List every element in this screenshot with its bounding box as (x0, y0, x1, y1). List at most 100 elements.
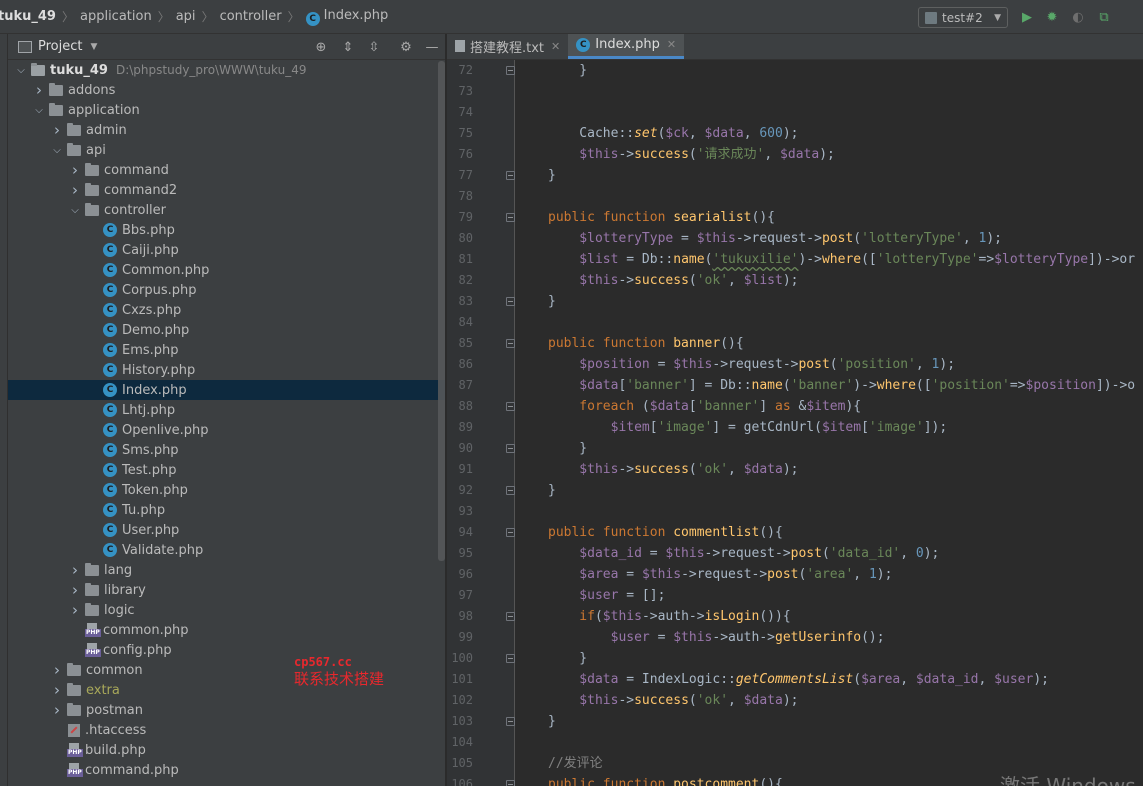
tree-item[interactable]: ⌵ controller (8, 200, 445, 220)
code-line[interactable]: 79 public function searialist(){ (447, 207, 1143, 228)
close-icon[interactable]: ✕ (667, 38, 676, 51)
code-line[interactable]: 82 $this->success('ok', $list); (447, 270, 1143, 291)
fold-marker-icon[interactable] (506, 612, 515, 621)
tree-item[interactable]: › lang (8, 560, 445, 580)
profile-icon[interactable]: ⧉ (1096, 9, 1112, 25)
chevron-down-icon[interactable]: ⌵ (50, 145, 64, 156)
code-line[interactable]: 85 public function banner(){ (447, 333, 1143, 354)
tree-item[interactable]: ›CLhtj.php (8, 400, 445, 420)
fold-marker-icon[interactable] (506, 171, 515, 180)
chevron-right-icon[interactable]: › (50, 121, 64, 139)
fold-marker-icon[interactable] (506, 486, 515, 495)
chevron-down-icon[interactable]: ⌵ (68, 205, 82, 216)
breadcrumb-item-api[interactable]: api (176, 9, 196, 24)
tree-item[interactable]: › library (8, 580, 445, 600)
tree-item[interactable]: ›CCaiji.php (8, 240, 445, 260)
code-line[interactable]: 97 $user = []; (447, 585, 1143, 606)
tree-item[interactable]: ›CDemo.php (8, 320, 445, 340)
gear-icon[interactable]: ⚙ (398, 39, 414, 55)
hide-panel-icon[interactable]: — (424, 39, 440, 55)
code-line[interactable]: 84 (447, 312, 1143, 333)
tree-item[interactable]: ⌵ api (8, 140, 445, 160)
fold-marker-icon[interactable] (506, 780, 515, 786)
code-line[interactable]: 88 foreach ($data['banner'] as &$item){ (447, 396, 1143, 417)
run-icon[interactable]: ▶ (1019, 9, 1035, 25)
tree-item[interactable]: ›COpenlive.php (8, 420, 445, 440)
chevron-down-icon[interactable]: ▼ (90, 42, 97, 52)
tree-item[interactable]: ›CHistory.php (8, 360, 445, 380)
tab-index-php[interactable]: C Index.php ✕ (568, 34, 685, 59)
tree-item[interactable]: ›CTu.php (8, 500, 445, 520)
chevron-right-icon[interactable]: › (50, 681, 64, 699)
code-line[interactable]: 76 $this->success('请求成功', $data); (447, 144, 1143, 165)
code-line[interactable]: 102 $this->success('ok', $data); (447, 690, 1143, 711)
project-panel-title[interactable]: Project (38, 39, 82, 54)
chevron-right-icon[interactable]: › (68, 601, 82, 619)
code-line[interactable]: 100 } (447, 648, 1143, 669)
code-line[interactable]: 89 $item['image'] = getCdnUrl($item['ima… (447, 417, 1143, 438)
breadcrumb-item-application[interactable]: application (80, 9, 152, 24)
code-line[interactable]: 99 $user = $this->auth->getUserinfo(); (447, 627, 1143, 648)
breadcrumb-item-controller[interactable]: controller (220, 9, 282, 24)
tree-item[interactable]: ›.htaccess (8, 720, 445, 740)
tree-item[interactable]: ›CValidate.php (8, 540, 445, 560)
tab-tutorial-txt[interactable]: 搭建教程.txt ✕ (447, 34, 568, 59)
code-line[interactable]: 91 $this->success('ok', $data); (447, 459, 1143, 480)
tree-item[interactable]: ⌵ application (8, 100, 445, 120)
coverage-icon[interactable]: ◐ (1070, 9, 1086, 25)
tree-item[interactable]: ⌵ tuku_49 D:\phpstudy_pro\WWW\tuku_49 (8, 60, 445, 80)
fold-marker-icon[interactable] (506, 339, 515, 348)
code-line[interactable]: 103} (447, 711, 1143, 732)
code-line[interactable]: 95 $data_id = $this->request->post('data… (447, 543, 1143, 564)
code-line[interactable]: 94 public function commentlist(){ (447, 522, 1143, 543)
code-line[interactable]: 101 $data = IndexLogic::getCommentsList(… (447, 669, 1143, 690)
code-line[interactable]: 72 } (447, 60, 1143, 81)
code-line[interactable]: 90 } (447, 438, 1143, 459)
code-line[interactable]: 96 $area = $this->request->post('area', … (447, 564, 1143, 585)
fold-marker-icon[interactable] (506, 528, 515, 537)
fold-marker-icon[interactable] (506, 213, 515, 222)
tree-item[interactable]: ›common.php (8, 620, 445, 640)
code-line[interactable]: 77} (447, 165, 1143, 186)
code-line[interactable]: 86 $position = $this->request->post('pos… (447, 354, 1143, 375)
code-line[interactable]: 81 $list = Db::name('tukuxilie')->where(… (447, 249, 1143, 270)
breadcrumb-item-project[interactable]: tuku_49 (0, 9, 56, 24)
code-line[interactable]: 75 Cache::set($ck, $data, 600); (447, 123, 1143, 144)
fold-marker-icon[interactable] (506, 444, 515, 453)
code-line[interactable]: 98 if($this->auth->isLogin()){ (447, 606, 1143, 627)
tree-item[interactable]: › admin (8, 120, 445, 140)
tree-item[interactable]: ›CEms.php (8, 340, 445, 360)
code-line[interactable]: 87 $data['banner'] = Db::name('banner')-… (447, 375, 1143, 396)
chevron-right-icon[interactable]: › (50, 701, 64, 719)
code-line[interactable]: 92} (447, 480, 1143, 501)
run-configuration-selector[interactable]: test#2 ▼ (918, 7, 1008, 28)
tree-item[interactable]: ›CBbs.php (8, 220, 445, 240)
fold-marker-icon[interactable] (506, 402, 515, 411)
debug-icon[interactable]: ✹ (1044, 9, 1060, 25)
code-line[interactable]: 73 (447, 81, 1143, 102)
tree-item[interactable]: ›command.php (8, 760, 445, 780)
fold-marker-icon[interactable] (506, 717, 515, 726)
project-tree-scrollbar[interactable] (438, 61, 445, 561)
chevron-right-icon[interactable]: › (68, 581, 82, 599)
chevron-right-icon[interactable]: › (68, 181, 82, 199)
locate-file-icon[interactable]: ⊕ (313, 39, 329, 55)
tree-item[interactable]: › addons (8, 80, 445, 100)
code-line[interactable]: 93 (447, 501, 1143, 522)
code-line[interactable]: 80 $lotteryType = $this->request->post('… (447, 228, 1143, 249)
tree-item[interactable]: ›CCommon.php (8, 260, 445, 280)
fold-marker-icon[interactable] (506, 66, 515, 75)
collapse-all-icon[interactable]: ⇳ (366, 39, 382, 55)
tree-item[interactable]: › postman (8, 700, 445, 720)
tree-item[interactable]: ›CSms.php (8, 440, 445, 460)
tree-item[interactable]: ›CToken.php (8, 480, 445, 500)
tree-item[interactable]: ›CIndex.php (8, 380, 445, 400)
tree-item[interactable]: › command2 (8, 180, 445, 200)
code-line[interactable]: 83} (447, 291, 1143, 312)
chevron-down-icon[interactable]: ⌵ (14, 65, 28, 76)
tree-item[interactable]: ›CCorpus.php (8, 280, 445, 300)
chevron-right-icon[interactable]: › (68, 161, 82, 179)
expand-all-icon[interactable]: ⇕ (340, 39, 356, 55)
tree-item[interactable]: › command (8, 160, 445, 180)
tree-item[interactable]: ›build.php (8, 740, 445, 760)
